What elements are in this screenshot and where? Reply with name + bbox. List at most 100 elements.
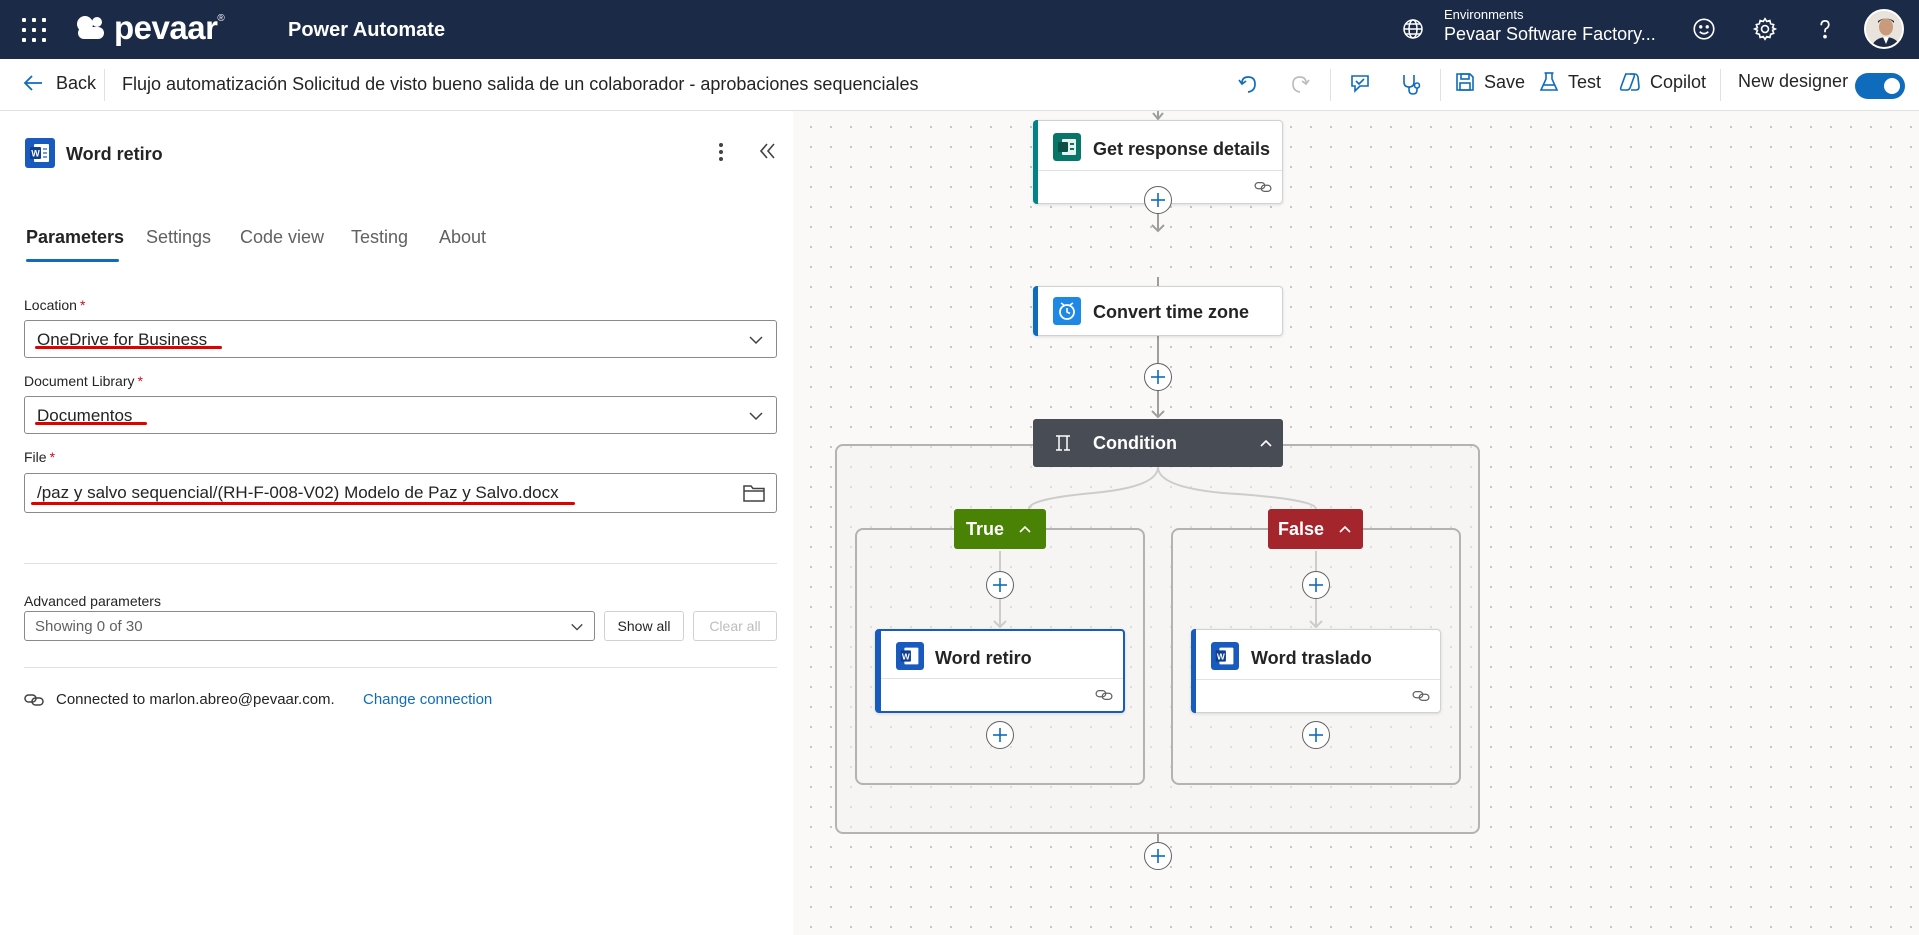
card-footer (1196, 679, 1440, 712)
card-accent (1033, 286, 1038, 336)
feedback-smiley-icon[interactable] (1691, 16, 1717, 42)
location-dropdown[interactable]: OneDrive for Business (24, 320, 777, 358)
panel-title[interactable]: Word retiro (66, 144, 163, 165)
link-icon (24, 693, 44, 706)
plus-icon (993, 728, 1007, 742)
svg-text:W: W (31, 149, 40, 159)
back-button[interactable]: Back (22, 72, 96, 94)
annotation-underline (31, 502, 575, 505)
flow-checker-icon[interactable] (1348, 72, 1374, 98)
link-icon (1412, 691, 1430, 701)
flask-icon (1539, 72, 1559, 91)
save-icon (1456, 73, 1474, 91)
undo-icon[interactable] (1236, 73, 1260, 97)
insert-step-button[interactable] (1144, 363, 1172, 391)
top-header: pevaar ® Power Automate Environments Pev… (0, 0, 1919, 59)
chevron-down-icon (749, 412, 763, 421)
insert-step-button[interactable] (986, 571, 1014, 599)
brand-logo[interactable]: pevaar ® (74, 9, 225, 46)
back-label: Back (56, 72, 97, 93)
card-label: Convert time zone (1093, 302, 1250, 322)
copilot-button[interactable]: Copilot (1618, 71, 1706, 93)
action-card-convert-time-zone[interactable]: Convert time zone (1033, 286, 1283, 336)
flow-canvas[interactable]: Get response details Convert time zone C… (793, 111, 1919, 935)
word-icon: W (25, 138, 55, 168)
environment-icon[interactable] (1401, 17, 1425, 41)
word-icon: W (896, 642, 924, 670)
condition-header[interactable]: Condition (1033, 419, 1283, 467)
insert-step-button[interactable] (1302, 571, 1330, 599)
user-avatar[interactable] (1864, 9, 1904, 49)
environment-picker[interactable]: Environments Pevaar Software Factory... (1444, 7, 1656, 45)
brand-logo-icon (77, 16, 104, 39)
test-label: Test (1568, 71, 1602, 92)
card-label: Word retiro (935, 648, 1032, 668)
file-input[interactable]: /paz y salvo sequencial/(RH-F-008-V02) M… (24, 473, 777, 513)
false-branch-header[interactable]: False (1268, 509, 1363, 549)
change-connection-link[interactable]: Change connection (363, 691, 492, 708)
tab-parameters[interactable]: Parameters (26, 227, 124, 248)
arrow-left-icon (23, 75, 42, 91)
insert-step-button[interactable] (986, 721, 1014, 749)
more-options-icon[interactable] (717, 141, 725, 163)
forms-icon (1053, 133, 1081, 161)
tab-settings[interactable]: Settings (146, 227, 211, 248)
chevron-up-icon[interactable] (1338, 522, 1352, 536)
plus-icon (1151, 370, 1165, 384)
insert-step-button[interactable] (1144, 186, 1172, 214)
tab-about[interactable]: About (439, 227, 486, 248)
advanced-parameters-dropdown[interactable]: Showing 0 of 30 (24, 611, 595, 641)
test-button[interactable]: Test (1538, 71, 1601, 93)
chevron-down-icon (749, 336, 763, 345)
brand-registered-mark: ® (217, 12, 225, 24)
chevron-up-icon[interactable] (1259, 436, 1273, 450)
divider (24, 667, 777, 668)
connection-info: Connected to marlon.abreo@pevaar.com. (24, 691, 335, 708)
redo-icon[interactable] (1288, 73, 1312, 97)
save-button[interactable]: Save (1454, 71, 1525, 93)
user-avatar-icon (1866, 11, 1902, 47)
settings-gear-icon[interactable] (1752, 16, 1778, 42)
connection-text: Connected to marlon.abreo@pevaar.com. (56, 691, 335, 708)
card-label: Word traslado (1251, 648, 1372, 668)
new-designer-toggle[interactable] (1855, 73, 1905, 99)
required-mark: * (137, 373, 143, 389)
tab-testing[interactable]: Testing (351, 227, 408, 248)
file-label-text: File (24, 449, 47, 465)
folder-icon[interactable] (742, 482, 766, 504)
plus-icon (1151, 193, 1165, 207)
annotation-underline (35, 346, 222, 349)
environment-label: Environments (1444, 7, 1524, 22)
action-card-word-traslado[interactable]: W Word traslado (1191, 629, 1441, 713)
chevron-up-icon[interactable] (1018, 522, 1032, 536)
divider (24, 563, 777, 564)
app-name[interactable]: Power Automate (288, 19, 445, 42)
link-icon (1095, 690, 1113, 700)
save-label: Save (1484, 71, 1526, 92)
document-library-dropdown[interactable]: Documentos (24, 396, 777, 434)
divider (104, 69, 105, 101)
flow-title[interactable]: Flujo automatización Solicitud de visto … (122, 74, 919, 95)
stethoscope-icon[interactable] (1398, 72, 1424, 98)
action-properties-panel: W Word retiro Parameters Settings Code v… (5, 111, 793, 935)
help-question-icon[interactable] (1812, 16, 1838, 42)
divider (1720, 69, 1721, 101)
file-label: File * (24, 449, 55, 465)
insert-step-button[interactable] (1144, 842, 1172, 870)
true-branch-header[interactable]: True (954, 509, 1046, 549)
app-launcher-icon[interactable] (22, 18, 46, 42)
collapse-panel-icon[interactable] (757, 140, 779, 162)
show-all-button[interactable]: Show all (604, 611, 684, 641)
advanced-parameters-value: Showing 0 of 30 (35, 618, 143, 635)
environment-name: Pevaar Software Factory... (1444, 24, 1656, 44)
copilot-icon (1619, 73, 1640, 91)
tab-code-view[interactable]: Code view (240, 227, 324, 248)
file-value: /paz y salvo sequencial/(RH-F-008-V02) M… (37, 483, 559, 502)
copilot-label: Copilot (1650, 71, 1707, 92)
plus-icon (993, 578, 1007, 592)
insert-step-button[interactable] (1302, 721, 1330, 749)
clear-all-button[interactable]: Clear all (693, 611, 777, 641)
plus-icon (1309, 578, 1323, 592)
divider (1440, 69, 1441, 101)
action-card-word-retiro[interactable]: W Word retiro (875, 629, 1125, 713)
